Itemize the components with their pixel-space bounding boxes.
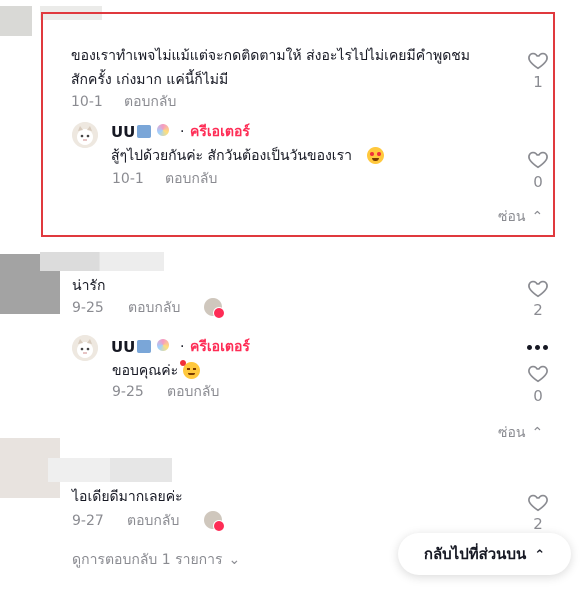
comment-text: สักครั้ง เก่งมาก แค่นี้ก็ไม่มี bbox=[71, 72, 229, 88]
heart-eyes-emoji-icon bbox=[367, 147, 384, 164]
creator-badge: ครีเอเตอร์ bbox=[190, 124, 250, 140]
like-heart-icon[interactable] bbox=[527, 491, 549, 513]
view-replies-button[interactable]: ดูการตอบกลับ 1 รายการ ⌄ bbox=[72, 549, 240, 571]
like-heart-icon[interactable] bbox=[527, 362, 549, 384]
reply-text: ขอบคุณค่ะ bbox=[112, 363, 179, 379]
like-count: 1 bbox=[533, 73, 543, 91]
comment-text: ของเราทำเพจไม่แม้แต่จะกดติดตามให้ ส่งอะไ… bbox=[71, 48, 471, 64]
bag-emoji-icon bbox=[137, 125, 151, 138]
reply-button[interactable]: ตอบกลับ bbox=[165, 170, 217, 188]
creator-badge: ครีเอเตอร์ bbox=[190, 339, 250, 355]
creator-liked-avatar bbox=[204, 511, 225, 532]
reply-button[interactable]: ตอบกลับ bbox=[167, 383, 219, 401]
like-count: 0 bbox=[533, 387, 543, 405]
creator-liked-avatar bbox=[204, 298, 225, 319]
separator-dot: · bbox=[180, 339, 185, 355]
double-chevron-up-icon: ⌃ bbox=[534, 548, 546, 563]
back-to-top-button[interactable]: กลับไปที่ส่วนบน ⌃ bbox=[398, 533, 571, 575]
comment-date: 9-27 bbox=[72, 513, 104, 529]
redacted-username-2 bbox=[40, 252, 164, 271]
avatar[interactable] bbox=[72, 122, 98, 148]
reply-button[interactable]: ตอบกลับ bbox=[128, 299, 180, 317]
comment-date: 9-25 bbox=[72, 300, 104, 316]
hide-replies-button[interactable]: ซ่อน ⌃ bbox=[498, 206, 543, 228]
redacted-username-3 bbox=[48, 458, 172, 482]
chevron-up-icon: ⌃ bbox=[531, 425, 544, 441]
reply-date: 10-1 bbox=[112, 171, 144, 187]
reply-date: 9-25 bbox=[112, 384, 144, 400]
reply-button[interactable]: ตอบกลับ bbox=[127, 512, 179, 530]
cat-avatar-icon bbox=[72, 335, 98, 361]
view-replies-label: ดูการตอบกลับ 1 รายการ bbox=[72, 552, 223, 568]
like-heart-icon[interactable] bbox=[527, 49, 549, 71]
chevron-down-icon: ⌄ bbox=[228, 552, 241, 568]
chevron-up-icon: ⌃ bbox=[531, 209, 544, 225]
cat-avatar-icon bbox=[72, 122, 98, 148]
liked-by-creator-icon bbox=[213, 307, 225, 319]
like-count: 2 bbox=[533, 301, 543, 319]
avatar[interactable] bbox=[72, 335, 98, 361]
like-heart-icon[interactable] bbox=[527, 277, 549, 299]
comment-text: ไอเดียดีมากเลยค่ะ bbox=[72, 489, 183, 505]
username[interactable]: UU bbox=[111, 337, 135, 357]
reply-text: สู้ๆไปด้วยกันค่ะ สักวันต้องเป็นวันของเรา bbox=[111, 148, 352, 164]
smiling-hearts-emoji-icon bbox=[180, 360, 200, 379]
lollipop-emoji-icon bbox=[157, 339, 169, 351]
more-options-icon[interactable] bbox=[526, 345, 550, 351]
hide-label: ซ่อน bbox=[498, 425, 526, 441]
username[interactable]: UU bbox=[111, 122, 135, 142]
comment-date: 10-1 bbox=[71, 94, 103, 110]
hide-replies-button[interactable]: ซ่อน ⌃ bbox=[498, 422, 543, 444]
hide-label: ซ่อน bbox=[498, 209, 526, 225]
like-count: 0 bbox=[533, 173, 543, 191]
separator-dot: · bbox=[180, 124, 185, 140]
bag-emoji-icon bbox=[137, 340, 151, 353]
liked-by-creator-icon bbox=[213, 520, 225, 532]
reply-button[interactable]: ตอบกลับ bbox=[124, 93, 176, 111]
redacted-avatar-1 bbox=[0, 6, 32, 36]
back-to-top-label: กลับไปที่ส่วนบน bbox=[423, 545, 527, 563]
like-heart-icon[interactable] bbox=[527, 148, 549, 170]
lollipop-emoji-icon bbox=[157, 124, 169, 136]
comment-text: น่ารัก bbox=[72, 278, 106, 294]
like-count: 2 bbox=[533, 515, 543, 533]
